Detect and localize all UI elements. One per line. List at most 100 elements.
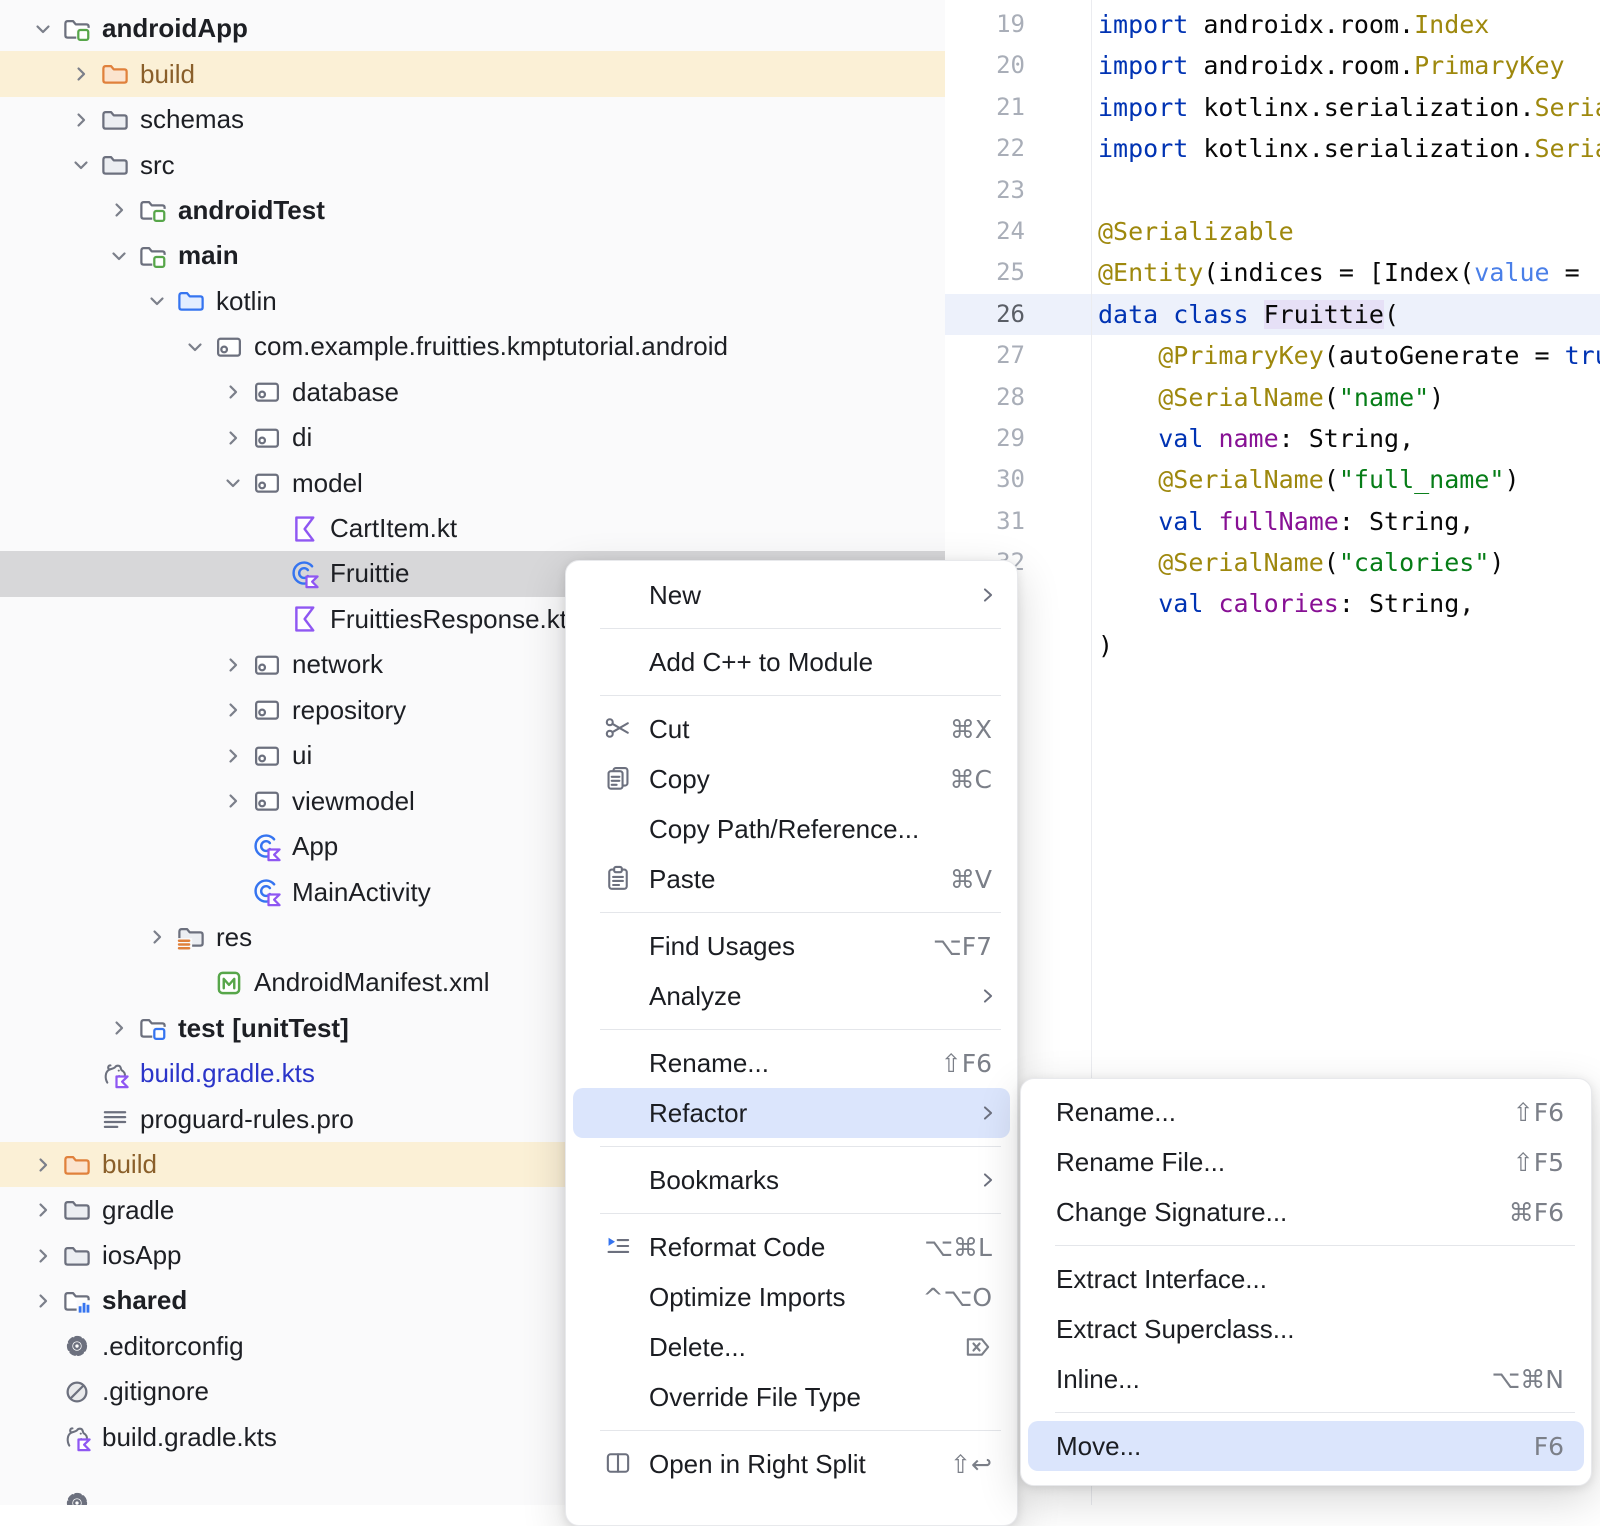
menu-item-rename-file[interactable]: Rename File...⇧F5 [1028,1137,1584,1187]
chevron-right-icon[interactable] [28,1195,58,1225]
menu-item-new[interactable]: New [573,570,1010,620]
menu-item-label: Open in Right Split [649,1449,866,1480]
code-line: import kotlinx.serialization.SerialName [1098,87,1600,128]
chevron-down-icon[interactable] [218,468,248,498]
chevron-placeholder [256,559,286,589]
code-token: : String, [1339,507,1474,536]
code-token: Fruittie [1264,300,1384,329]
chevron-down-icon[interactable] [66,150,96,180]
menu-item-change-signature[interactable]: Change Signature...⌘F6 [1028,1187,1584,1237]
tree-item-androidtest[interactable]: androidTest [0,188,945,233]
menu-item-move[interactable]: Move...F6 [1028,1421,1584,1471]
chevron-right-icon[interactable] [66,105,96,135]
chevron-right-icon[interactable] [218,423,248,453]
tree-item-label: androidApp [102,13,248,44]
tree-item-src[interactable]: src [0,142,945,187]
menu-item-paste[interactable]: Paste⌘V [573,854,1010,904]
tree-item-label: model [292,468,363,499]
tree-item-cartitem-kt[interactable]: CartItem.kt [0,506,945,551]
menu-item-reformat-code[interactable]: Reformat Code⌥⌘L [573,1222,1010,1272]
menu-item-label: Inline... [1056,1364,1140,1395]
gradle-icon [62,1422,92,1452]
chevron-right-icon[interactable] [28,1241,58,1271]
code-token: ) [1098,631,1113,660]
chevron-down-icon[interactable] [28,14,58,44]
line-number: 28 [945,377,1091,418]
tree-item-kotlin[interactable]: kotlin [0,279,945,324]
code-token: import [1098,134,1188,163]
chevron-right-icon[interactable] [218,377,248,407]
chevron-down-icon[interactable] [180,332,210,362]
menu-item-copy[interactable]: Copy⌘C [573,754,1010,804]
chevron-right-icon[interactable] [218,695,248,725]
tree-item-di[interactable]: di [0,415,945,460]
menu-item-optimize-imports[interactable]: Optimize Imports^⌥O [573,1272,1010,1322]
code-token: ) [1429,383,1444,412]
menu-item-label: Rename... [1056,1097,1176,1128]
menu-item-shortcut: ⌥⌘L [924,1233,992,1262]
tree-item-database[interactable]: database [0,370,945,415]
menu-item-inline[interactable]: Inline...⌥⌘N [1028,1354,1584,1404]
menu-item-extract-interface[interactable]: Extract Interface... [1028,1254,1584,1304]
folder-gray-icon [100,150,130,180]
text-file-icon [100,1104,130,1134]
package-icon [252,423,282,453]
menu-item-rename[interactable]: Rename...⇧F6 [1028,1087,1584,1137]
chevron-right-icon[interactable] [104,195,134,225]
code-token: : String, [1279,424,1414,453]
tree-item-model[interactable]: model [0,460,945,505]
menu-item-extract-superclass[interactable]: Extract Superclass... [1028,1304,1584,1354]
module-folder-icon [62,14,92,44]
chevron-right-icon[interactable] [28,1150,58,1180]
chevron-right-icon[interactable] [66,59,96,89]
menu-item-open-in-right-split[interactable]: Open in Right Split ⇧↩ [573,1439,1010,1489]
tree-item-label: main [178,240,239,271]
menu-item-add-c-to-module[interactable]: Add C++ to Module [573,637,1010,687]
tree-item-androidapp[interactable]: androidApp [0,6,945,51]
tree-item-schemas[interactable]: schemas [0,97,945,142]
chevron-right-icon[interactable] [28,1286,58,1316]
code-token: ( [1324,465,1339,494]
tree-item-com-example-fruitties-kmptutorial-android[interactable]: com.example.fruitties.kmptutorial.androi… [0,324,945,369]
tree-item-label: schemas [140,104,244,135]
menu-item-analyze[interactable]: Analyze [573,971,1010,1021]
chevron-right-icon[interactable] [218,650,248,680]
tree-item-build[interactable]: build [0,51,945,96]
menu-item-copy-path-reference[interactable]: Copy Path/Reference... [573,804,1010,854]
chevron-right-icon[interactable] [142,922,172,952]
tree-item-label: network [292,649,383,680]
code-token [1098,589,1158,618]
submenu-arrow-icon [978,585,998,605]
code-line [1098,170,1600,211]
code-token: androidx.room. [1188,10,1414,39]
menu-item-override-file-type[interactable]: Override File Type [573,1372,1010,1422]
menu-item-shortcut: ⇧↩ [950,1450,992,1479]
menu-item-label: Add C++ to Module [649,647,873,678]
chevron-right-icon[interactable] [218,741,248,771]
menu-item-refactor[interactable]: Refactor [573,1088,1010,1138]
code-token: (indices = [Index( [1203,258,1474,287]
menu-item-label: Optimize Imports [649,1282,846,1313]
code-line: val name: String, [1098,418,1600,459]
code-token: ( [1324,383,1339,412]
menu-item-find-usages[interactable]: Find Usages⌥F7 [573,921,1010,971]
chevron-right-icon[interactable] [218,786,248,816]
chevron-down-icon[interactable] [142,286,172,316]
chevron-placeholder [28,1422,58,1452]
menu-item-cut[interactable]: Cut⌘X [573,704,1010,754]
code-line: @Serializable [1098,211,1600,252]
chevron-right-icon[interactable] [104,1013,134,1043]
menu-item-delete[interactable]: Delete... [573,1322,1010,1372]
menu-item-rename[interactable]: Rename...⇧F6 [573,1038,1010,1088]
code-area[interactable]: import androidx.room.Indeximport android… [1098,4,1600,666]
tree-item-label: repository [292,695,406,726]
menu-item-shortcut: ⇧F5 [1513,1148,1564,1177]
tree-item-main[interactable]: main [0,233,945,278]
menu-item-bookmarks[interactable]: Bookmarks [573,1155,1010,1205]
copy-icon [604,764,634,794]
chevron-down-icon[interactable] [104,241,134,271]
folder-kotlin-icon [176,286,206,316]
code-token [1098,507,1158,536]
code-line: val fullName: String, [1098,501,1600,542]
code-token [1098,383,1158,412]
